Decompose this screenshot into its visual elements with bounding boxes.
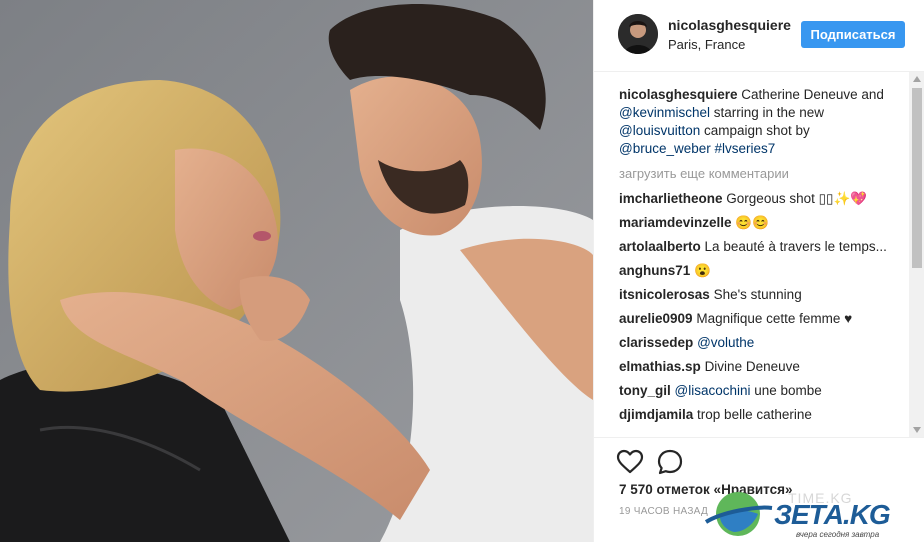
scroll-up-arrow-icon[interactable] — [913, 76, 921, 82]
comment-item: itsnicolerosas She's stunning — [619, 286, 904, 310]
scroll-down-arrow-icon[interactable] — [913, 427, 921, 433]
caption-text: Catherine Deneuve and — [737, 87, 884, 102]
watermark-logo: TIME.KG ЗЕТА.KG вчера сегодня завтра — [704, 488, 922, 540]
comment-text: La beauté à travers le temps... — [704, 239, 887, 254]
comment-username[interactable]: djimdjamila — [619, 407, 693, 422]
comment-text: Divine Deneuve — [704, 359, 800, 374]
watermark-logo-text: ЗЕТА.KG — [774, 499, 891, 530]
comment-username[interactable]: elmathias.sp — [619, 359, 701, 374]
watermark-tagline: вчера сегодня завтра — [796, 530, 880, 539]
heart-icon[interactable] — [616, 448, 644, 476]
comment-text: Magnifique cette femme ♥ — [696, 311, 853, 326]
post-caption: nicolasghesquiere Catherine Deneuve and … — [619, 86, 894, 158]
comment-text: Gorgeous shot ▯▯✨💖 — [726, 191, 868, 206]
post-panel: nicolasghesquiere Paris, France Подписат… — [593, 0, 924, 542]
comment-text: She's stunning — [713, 287, 802, 302]
comment-text: 😮 — [694, 263, 711, 278]
comment-username[interactable]: anghuns71 — [619, 263, 690, 278]
avatar-image — [618, 14, 658, 54]
caption-mention[interactable]: @kevinmischel — [619, 105, 710, 120]
load-more-comments-link[interactable]: загрузить еще комментарии — [619, 166, 789, 181]
caption-text: campaign shot by — [700, 123, 810, 138]
caption-hashtag[interactable]: #lvseries7 — [715, 141, 776, 156]
comments-scrollbar[interactable] — [909, 72, 924, 437]
comment-mention[interactable]: @lisacochini — [675, 383, 751, 398]
comments-area: nicolasghesquiere Catherine Deneuve and … — [594, 72, 908, 437]
comment-item: artolaalberto La beauté à travers le tem… — [619, 238, 904, 262]
comment-username[interactable]: tony_gil — [619, 383, 671, 398]
comment-item: tony_gil @lisacochini une bombe — [619, 382, 904, 406]
caption-mention[interactable]: @louisvuitton — [619, 123, 700, 138]
post-timestamp: 19 ЧАСОВ НАЗАД — [619, 506, 709, 517]
follow-button[interactable]: Подписаться — [801, 21, 905, 48]
comment-item: mariamdevinzelle 😊😊 — [619, 214, 904, 238]
comment-item: aurelie0909 Magnifique cette femme ♥ — [619, 310, 904, 334]
avatar[interactable] — [618, 14, 658, 54]
caption-text: starring in the new — [709, 105, 825, 120]
comment-username[interactable]: mariamdevinzelle — [619, 215, 732, 230]
caption-mention[interactable]: @bruce_weber — [619, 141, 711, 156]
comment-text: une bombe — [750, 383, 822, 398]
comment-username[interactable]: itsnicolerosas — [619, 287, 710, 302]
comment-mention[interactable]: @voluthe — [697, 335, 754, 350]
post-header: nicolasghesquiere Paris, France Подписат… — [594, 0, 924, 72]
post-photo[interactable] — [0, 0, 593, 542]
scrollbar-thumb[interactable] — [912, 88, 922, 268]
comment-item: anghuns71 😮 — [619, 262, 904, 286]
comment-item: clarissedep @voluthe — [619, 334, 904, 358]
header-location[interactable]: Paris, France — [668, 37, 745, 52]
comment-list: imcharlietheone Gorgeous shot ▯▯✨💖 maria… — [619, 190, 904, 430]
comment-text: 😊😊 — [735, 215, 769, 230]
comment-username[interactable]: clarissedep — [619, 335, 693, 350]
comment-item: djimdjamila trop belle catherine — [619, 406, 904, 430]
globe-icon — [704, 492, 773, 536]
caption-author[interactable]: nicolasghesquiere — [619, 87, 738, 102]
comment-username[interactable]: artolaalberto — [619, 239, 701, 254]
comment-item: imcharlietheone Gorgeous shot ▯▯✨💖 — [619, 190, 904, 214]
header-username[interactable]: nicolasghesquiere — [668, 17, 791, 33]
photo-illustration — [0, 0, 593, 542]
comment-username[interactable]: aurelie0909 — [619, 311, 693, 326]
comment-username[interactable]: imcharlietheone — [619, 191, 723, 206]
comment-bubble-icon[interactable] — [656, 448, 684, 476]
comment-item: elmathias.sp Divine Deneuve — [619, 358, 904, 382]
comment-text: trop belle catherine — [697, 407, 812, 422]
